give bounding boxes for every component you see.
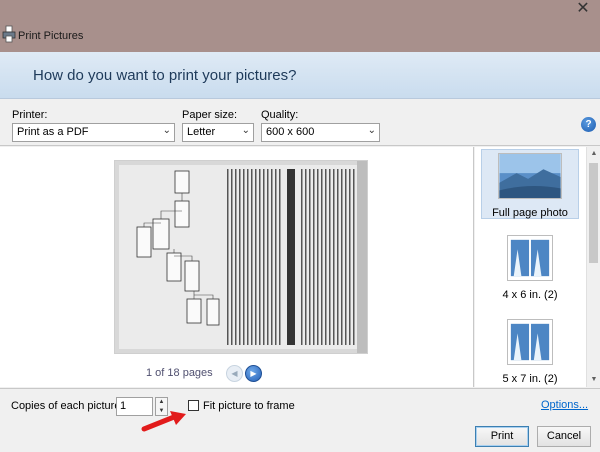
quality-select[interactable]: 600 x 600 ⌄ [261,123,380,142]
chevron-down-icon: ⌄ [367,125,376,136]
quality-label: Quality: [261,109,299,121]
layout-5x7[interactable]: 5 x 7 in. (2) [481,319,579,387]
landscape-thumbnail-icon [498,153,562,199]
bottom-bar: Copies of each picture: 1 ▲ ▼ Fit pictur… [0,388,600,452]
two-photo-thumbnail-icon [507,319,553,365]
next-page-button[interactable]: ▶ [245,365,262,382]
quality-value: 600 x 600 [266,126,315,138]
previous-page-button[interactable]: ◀ [226,365,243,382]
printer-select[interactable]: Print as a PDF ⌄ [12,123,175,142]
paper-size-select[interactable]: Letter ⌄ [182,123,254,142]
layout-list: Full page photo 4 x 6 in. (2) 5 x 7 in. … [475,147,600,387]
printer-label: Printer: [12,109,48,121]
title-bar: Print Pictures ✕ [0,0,600,52]
two-photo-thumbnail-icon [507,235,553,281]
printer-value: Print as a PDF [17,126,89,138]
layout-label: 5 x 7 in. (2) [502,373,558,385]
preview-pane: 1 of 18 pages ◀ ▶ [0,147,474,387]
fit-picture-label[interactable]: Fit picture to frame [203,400,295,412]
page-counter: 1 of 18 pages [146,367,213,379]
chevron-down-icon: ⌄ [162,125,171,136]
scroll-down-icon[interactable]: ▼ [587,373,600,387]
print-button[interactable]: Print [475,426,529,447]
layout-full-page-photo[interactable]: Full page photo [481,149,579,219]
window-title: Print Pictures [18,30,84,42]
paper-size-label: Paper size: [182,109,238,121]
layout-scrollbar[interactable]: ▲ ▼ [586,147,600,387]
paper-size-value: Letter [187,126,216,138]
scroll-up-icon[interactable]: ▲ [587,147,600,161]
red-arrow-icon [141,411,186,432]
layout-label: Full page photo [492,207,568,219]
printer-icon [2,25,16,43]
scanned-page-image [115,161,367,353]
print-settings-bar: Printer: Print as a PDF ⌄ Paper size: Le… [0,100,600,146]
layout-label: 4 x 6 in. (2) [502,289,558,301]
layout-4x6[interactable]: 4 x 6 in. (2) [481,235,579,303]
copies-label: Copies of each picture: [11,400,124,412]
chevron-down-icon: ⌄ [241,125,250,136]
help-icon[interactable]: ? [581,117,596,132]
cancel-button[interactable]: Cancel [537,426,591,447]
stepper-up-icon[interactable]: ▲ [156,398,167,407]
close-icon[interactable]: ✕ [574,0,592,18]
page-preview [114,160,368,354]
dialog-header: How do you want to print your pictures? [0,52,600,99]
options-link[interactable]: Options... [541,399,588,411]
scroll-thumb[interactable] [589,163,598,263]
page-title: How do you want to print your pictures? [33,67,297,84]
